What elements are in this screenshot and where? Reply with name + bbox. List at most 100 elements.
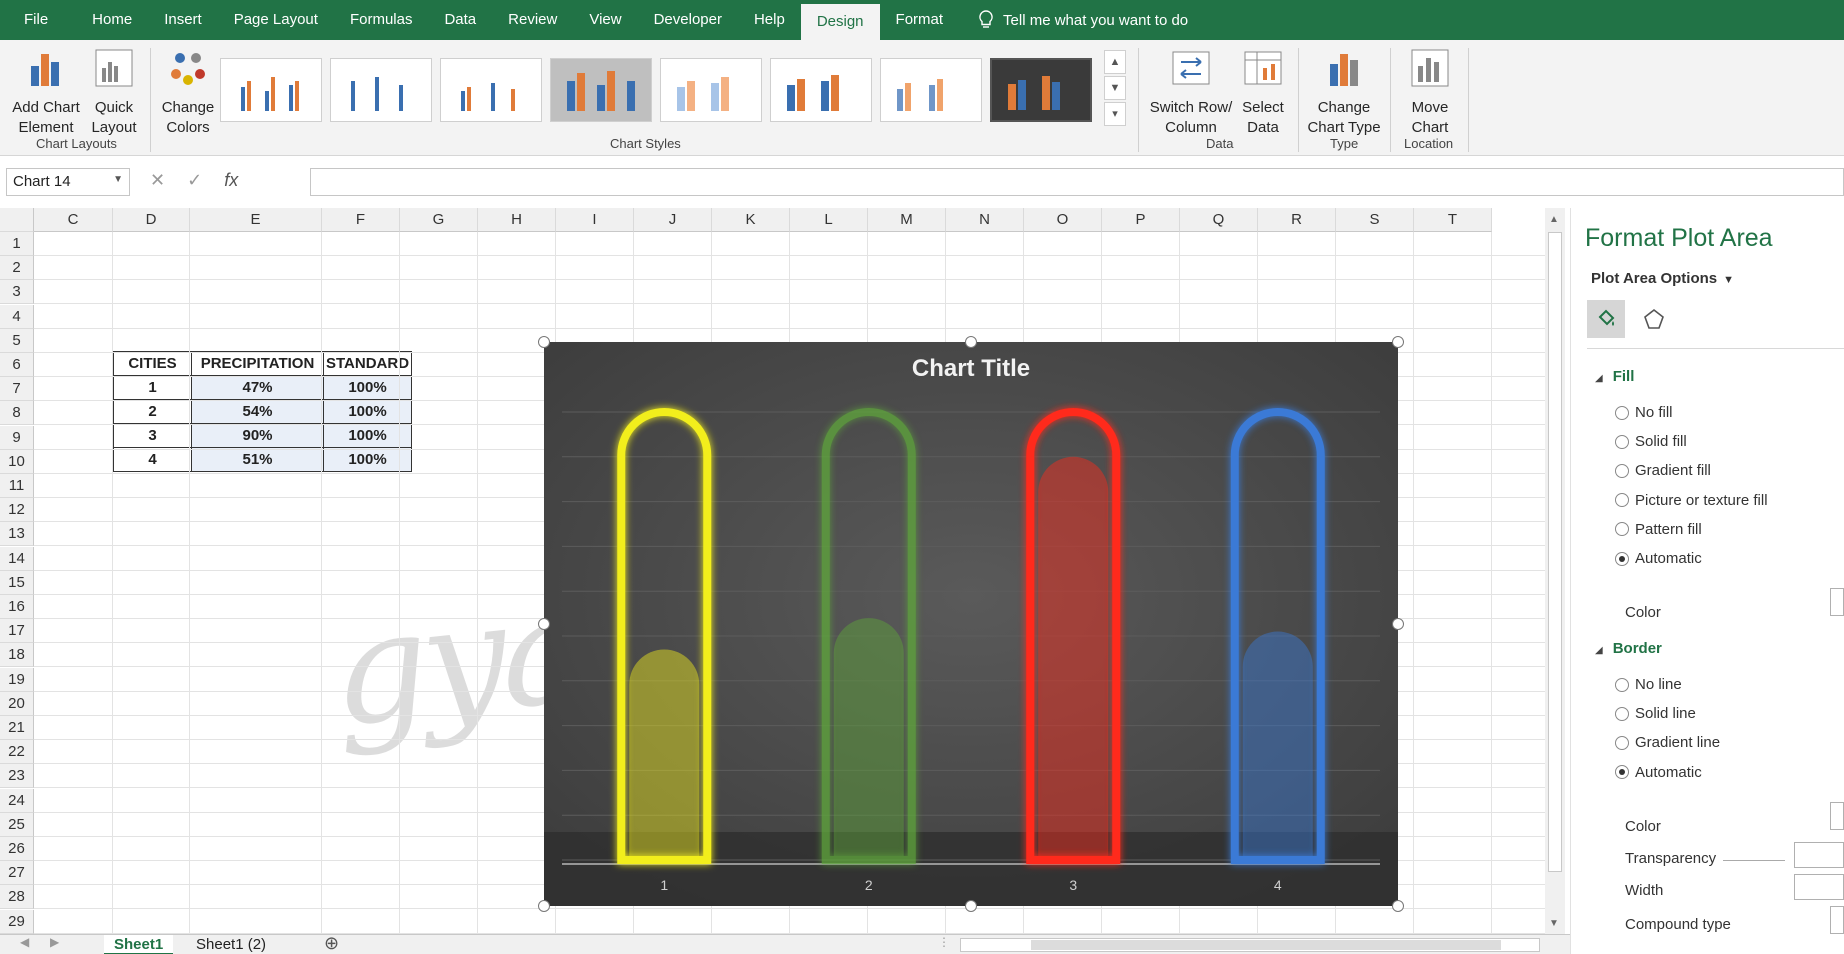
- radio-option-pattern-fill[interactable]: Pattern fill: [1615, 521, 1702, 538]
- column-header[interactable]: J: [634, 208, 712, 232]
- radio-button[interactable]: [1615, 677, 1629, 692]
- resize-handle[interactable]: [965, 336, 977, 348]
- radio-button[interactable]: [1615, 405, 1629, 420]
- tab-insert[interactable]: Insert: [148, 0, 218, 40]
- fill-section-header[interactable]: ◢ Fill: [1595, 368, 1634, 385]
- radio-button[interactable]: [1615, 551, 1629, 566]
- chart-style-3[interactable]: [440, 58, 542, 122]
- table-header-cell[interactable]: PRECIPITATION: [191, 351, 324, 376]
- row-header[interactable]: 15: [0, 570, 34, 595]
- row-header[interactable]: 3: [0, 280, 34, 305]
- table-cell[interactable]: 3: [113, 423, 192, 448]
- sheet-nav-prev-icon[interactable]: ◀: [20, 935, 29, 949]
- column-header[interactable]: L: [790, 208, 868, 232]
- sheet-tab[interactable]: Sheet1 (2): [186, 935, 276, 954]
- row-header[interactable]: 25: [0, 812, 34, 837]
- resize-handle[interactable]: [1392, 336, 1404, 348]
- compound-type-dropdown[interactable]: [1830, 906, 1844, 934]
- cancel-icon[interactable]: ✕: [150, 170, 165, 191]
- row-header[interactable]: 22: [0, 740, 34, 765]
- quick-layout-button[interactable]: Quick Layout: [84, 48, 144, 138]
- transparency-slider[interactable]: [1723, 860, 1785, 861]
- resize-handle[interactable]: [1392, 618, 1404, 630]
- tab-data[interactable]: Data: [428, 0, 492, 40]
- chart[interactable]: Chart Title 1 2 3 4: [538, 336, 1404, 912]
- radio-option-no-line[interactable]: No line: [1615, 676, 1682, 693]
- radio-button[interactable]: [1615, 493, 1629, 508]
- tab-page-layout[interactable]: Page Layout: [218, 0, 334, 40]
- styles-more-icon[interactable]: ▾: [1104, 102, 1126, 126]
- tab-format[interactable]: Format: [880, 0, 960, 40]
- radio-button[interactable]: [1615, 706, 1629, 721]
- resize-handle[interactable]: [965, 900, 977, 912]
- row-header[interactable]: 16: [0, 595, 34, 619]
- radio-button[interactable]: [1615, 463, 1629, 478]
- row-header[interactable]: 26: [0, 837, 34, 861]
- tab-review[interactable]: Review: [492, 0, 573, 40]
- row-header[interactable]: 14: [0, 546, 34, 571]
- chart-style-5[interactable]: [660, 58, 762, 122]
- row-header[interactable]: 24: [0, 788, 34, 813]
- chart-style-7[interactable]: [880, 58, 982, 122]
- split-handle-icon[interactable]: ⋮: [938, 935, 950, 949]
- row-header[interactable]: 27: [0, 861, 34, 886]
- row-header[interactable]: 19: [0, 667, 34, 692]
- row-header[interactable]: 20: [0, 691, 34, 716]
- change-colors-button[interactable]: Change Colors: [158, 48, 218, 138]
- tab-design[interactable]: Design: [800, 4, 880, 40]
- enter-icon[interactable]: ✓: [187, 170, 202, 191]
- radio-option-picture-or-texture-fill[interactable]: Picture or texture fill: [1615, 492, 1768, 509]
- column-header[interactable]: I: [556, 208, 634, 232]
- column-header[interactable]: O: [1024, 208, 1102, 232]
- row-header[interactable]: 6: [0, 353, 34, 377]
- radio-option-automatic[interactable]: Automatic: [1615, 764, 1702, 781]
- tab-developer[interactable]: Developer: [638, 0, 738, 40]
- fill-color-picker[interactable]: [1830, 588, 1844, 616]
- table-cell[interactable]: 4: [113, 447, 192, 472]
- column-header[interactable]: S: [1336, 208, 1414, 232]
- row-header[interactable]: 2: [0, 256, 34, 281]
- horizontal-scrollbar[interactable]: [960, 938, 1540, 952]
- table-cell[interactable]: 1: [113, 375, 192, 400]
- select-all-corner[interactable]: [0, 208, 34, 232]
- radio-option-gradient-line[interactable]: Gradient line: [1615, 734, 1720, 751]
- row-header[interactable]: 23: [0, 764, 34, 789]
- switch-row-column-button[interactable]: Switch Row/ Column: [1146, 48, 1236, 138]
- chart-style-1[interactable]: [220, 58, 322, 122]
- table-cell[interactable]: 90%: [191, 423, 324, 448]
- radio-option-gradient-fill[interactable]: Gradient fill: [1615, 462, 1711, 479]
- column-header[interactable]: N: [946, 208, 1024, 232]
- row-header[interactable]: 12: [0, 498, 34, 523]
- radio-option-solid-fill[interactable]: Solid fill: [1615, 433, 1687, 450]
- tab-home[interactable]: Home: [76, 0, 148, 40]
- styles-up-arrow-icon[interactable]: ▲: [1104, 50, 1126, 74]
- row-header[interactable]: 1: [0, 232, 34, 256]
- row-header[interactable]: 11: [0, 474, 34, 498]
- column-header[interactable]: Q: [1180, 208, 1258, 232]
- row-header[interactable]: 29: [0, 909, 34, 934]
- row-header[interactable]: 18: [0, 643, 34, 668]
- resize-handle[interactable]: [1392, 900, 1404, 912]
- table-cell[interactable]: 54%: [191, 399, 324, 424]
- row-header[interactable]: 9: [0, 425, 34, 450]
- chart-style-6[interactable]: [770, 58, 872, 122]
- resize-handle[interactable]: [538, 900, 550, 912]
- column-header[interactable]: K: [712, 208, 790, 232]
- chart-style-4[interactable]: [550, 58, 652, 122]
- horizontal-scroll-thumb[interactable]: [1031, 940, 1501, 950]
- row-header[interactable]: 7: [0, 377, 34, 402]
- column-header[interactable]: M: [868, 208, 946, 232]
- fill-line-tab[interactable]: [1587, 300, 1625, 338]
- column-header[interactable]: R: [1258, 208, 1336, 232]
- width-input[interactable]: [1794, 874, 1844, 900]
- transparency-input[interactable]: [1794, 842, 1844, 868]
- plot-area-options-dropdown[interactable]: Plot Area Options ▼: [1591, 270, 1734, 287]
- row-header[interactable]: 21: [0, 716, 34, 740]
- column-header[interactable]: P: [1102, 208, 1180, 232]
- select-data-button[interactable]: Select Data: [1240, 48, 1286, 138]
- radio-button[interactable]: [1615, 434, 1629, 449]
- table-cell[interactable]: 47%: [191, 375, 324, 400]
- column-header[interactable]: D: [113, 208, 190, 232]
- column-header[interactable]: H: [478, 208, 556, 232]
- column-header[interactable]: T: [1414, 208, 1492, 232]
